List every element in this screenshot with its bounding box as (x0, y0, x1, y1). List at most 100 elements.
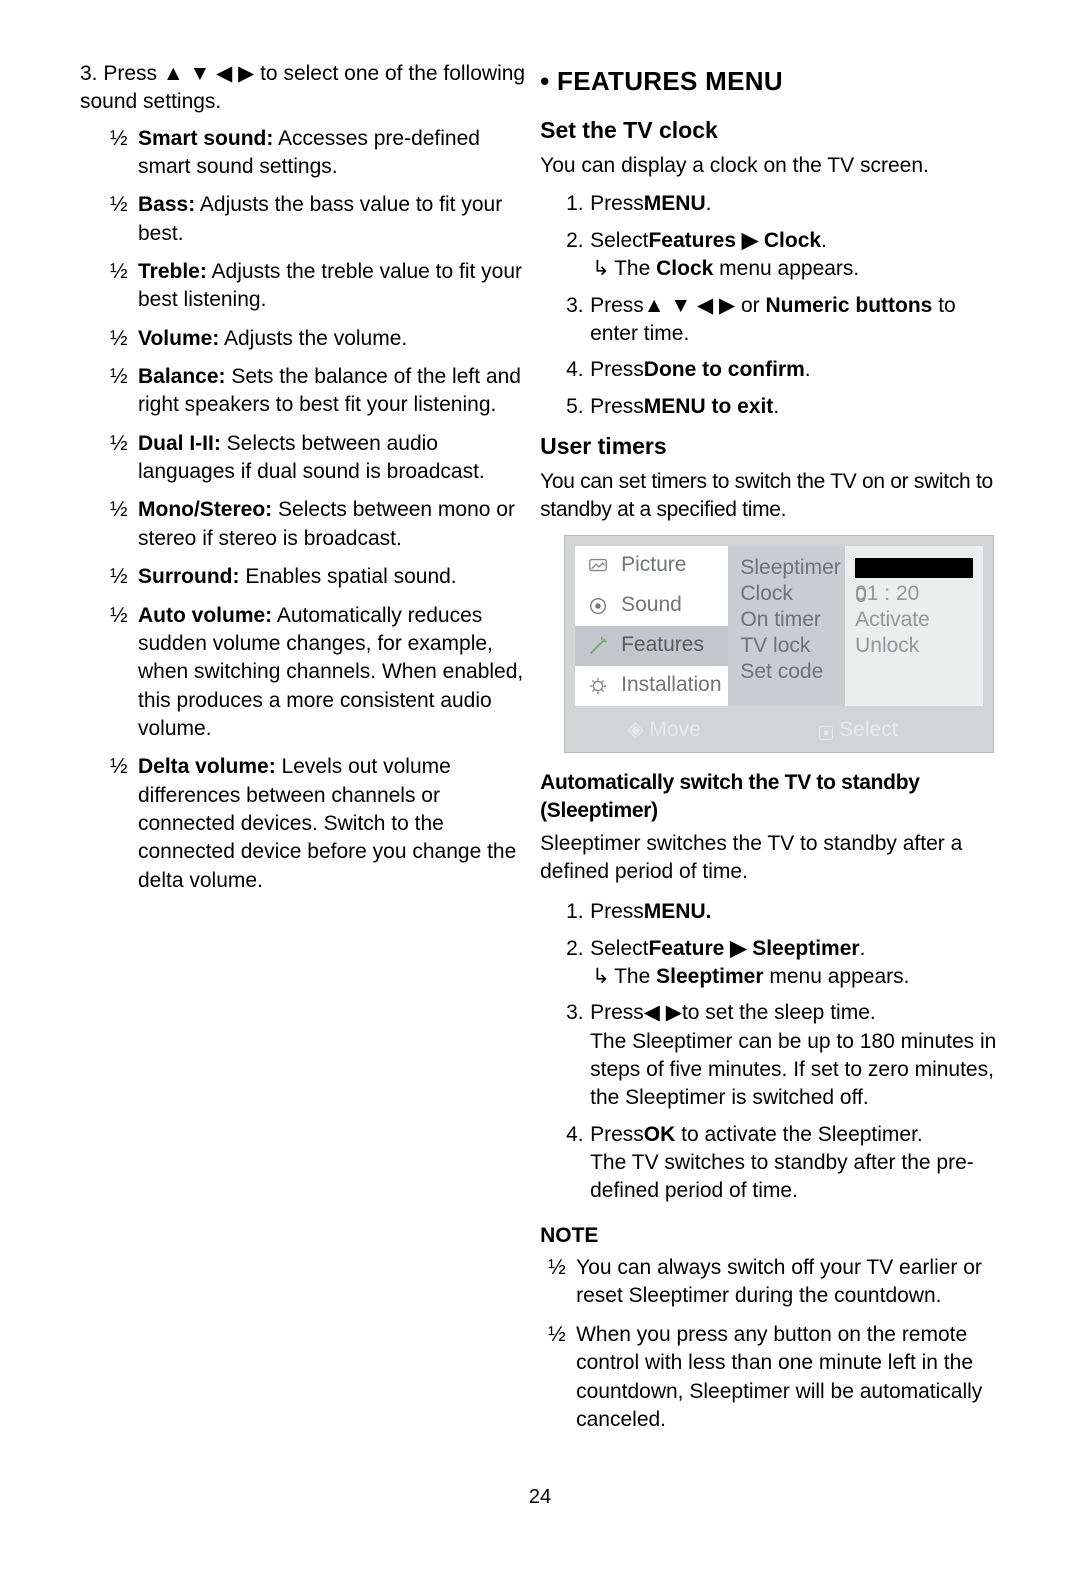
list-item: Smart sound: Accesses pre-defined smart … (106, 125, 530, 182)
text-post: . (805, 358, 811, 381)
sidebar-item-label: Features (621, 631, 704, 659)
sleeptimer-word: Sleeptimer (656, 965, 763, 988)
path-part: Sleeptimer (752, 937, 859, 960)
text-post: . (860, 937, 866, 960)
features-menu-screenshot: Picture Sound Features Installation (564, 535, 994, 753)
sidebar-item-label: Sound (621, 591, 682, 619)
item-name: Mono/Stereo: (138, 498, 272, 521)
result-line: The Sleeptimer menu appears. (590, 963, 1000, 991)
columns: 3. Press ▲ ▼ ◀ ▶ to select one of the fo… (80, 60, 1000, 1444)
menu-sidebar: Picture Sound Features Installation (575, 546, 728, 706)
menu-exit-label: MENU to exit (644, 395, 774, 418)
picture-icon (587, 555, 609, 577)
clock-value[interactable]: 01 : 20 (855, 580, 973, 606)
list-item: Dual I-II: Selects between audio languag… (106, 430, 530, 487)
tvlock-value[interactable]: Unlock (855, 632, 973, 658)
item-name: Balance: (138, 365, 226, 388)
ok-button-label: OK (644, 1123, 676, 1146)
set-clock-steps: 1. PressMENU. 2. SelectFeatures ▶ Clock.… (540, 190, 1000, 420)
arrow-icons: ◀ ▶ (644, 1001, 682, 1024)
sleeptimer-heading: Automatically switch the TV to standby (… (540, 769, 1000, 826)
step: 1. PressMENU. (566, 898, 1000, 926)
step: 3. Press◀ ▶to set the sleep time. The Sl… (566, 999, 1000, 1112)
text-pre: Press (590, 192, 644, 215)
text-pre: Select (590, 937, 648, 960)
sidebar-item-picture[interactable]: Picture (575, 546, 728, 586)
sleeptimer-value[interactable]: 0 (855, 554, 973, 580)
arrow-icons: ▲ ▼ ◀ ▶ (163, 62, 254, 85)
right-column: • FEATURES MENU Set the TV clock You can… (540, 60, 1000, 1444)
list-item: Balance: Sets the balance of the left an… (106, 363, 530, 420)
sidebar-item-installation[interactable]: Installation (575, 666, 728, 706)
item-name: Bass: (138, 193, 195, 216)
text-pre: Press (590, 1001, 644, 1024)
text-post: menu appears. (713, 257, 859, 280)
list-item: Surround: Enables spatial sound. (106, 563, 530, 591)
menu-option-setcode[interactable]: Set code (740, 658, 845, 684)
user-timers-heading: User timers (540, 431, 1000, 462)
arrow-icons: ▲ ▼ ◀ ▶ (644, 294, 735, 317)
list-item: Auto volume: Automatically reduces sudde… (106, 602, 530, 744)
menu-option-sleeptimer[interactable]: Sleeptimer (740, 554, 845, 580)
sidebar-item-label: Picture (621, 551, 686, 579)
left-column: 3. Press ▲ ▼ ◀ ▶ to select one of the fo… (80, 60, 530, 1444)
text-pre: Select (590, 229, 648, 252)
step: 2. SelectFeatures ▶ Clock. The Clock men… (566, 227, 1000, 284)
arrow-right-icon: ▶ (742, 229, 758, 252)
numeric-buttons-label: Numeric buttons (766, 294, 933, 317)
speaker-icon (587, 595, 609, 617)
text-post: . (821, 229, 827, 252)
set-clock-heading: Set the TV clock (540, 115, 1000, 146)
menu-button-label: MENU. (644, 900, 712, 923)
menu-footer: ◈ Move ● Select (575, 714, 983, 746)
sidebar-item-sound[interactable]: Sound (575, 586, 728, 626)
dpad-icon: ◈ (627, 718, 649, 741)
text-pre: The (614, 965, 656, 988)
text-pre: Press (590, 294, 644, 317)
menu-value-column: 0 01 : 20 Activate Unlock (845, 546, 983, 706)
menu-option-ontimer[interactable]: On timer (740, 606, 845, 632)
list-item: Mono/Stereo: Selects between mono or ste… (106, 496, 530, 553)
sleeptimer-input[interactable] (855, 558, 973, 578)
step: 5. PressMENU to exit. (566, 393, 1000, 421)
item-name: Auto volume: (138, 604, 272, 627)
footer-move: ◈ Move (585, 716, 743, 744)
step: 2. SelectFeature ▶ Sleeptimer. The Sleep… (566, 935, 1000, 992)
sidebar-item-features[interactable]: Features (575, 626, 728, 666)
item-name: Dual I-II: (138, 432, 221, 455)
path-part: Clock (764, 229, 821, 252)
text-pre: Press (590, 900, 644, 923)
menu-button-label: MENU (644, 192, 706, 215)
menu-body: Picture Sound Features Installation (575, 546, 983, 706)
text-post: menu appears. (764, 965, 910, 988)
menu-option-tvlock[interactable]: TV lock (740, 632, 845, 658)
text-post: . (773, 395, 779, 418)
text-pre: Press (590, 358, 644, 381)
menu-middle-column: Sleeptimer Clock On timer TV lock Set co… (728, 546, 845, 706)
gear-icon (587, 675, 609, 697)
text-mid: or (735, 294, 765, 317)
setcode-value (855, 658, 973, 684)
item-name: Volume: (138, 327, 219, 350)
sleeptimer-intro: Sleeptimer switches the TV to standby af… (540, 830, 1000, 887)
set-clock-intro: You can display a clock on the TV screen… (540, 152, 1000, 180)
step: 1. PressMENU. (566, 190, 1000, 218)
sidebar-item-label: Installation (621, 671, 721, 699)
features-menu-heading: • FEATURES MENU (540, 64, 1000, 99)
step: 3. Press▲ ▼ ◀ ▶ or Numeric buttons to en… (566, 292, 1000, 349)
user-timers-intro: You can set timers to switch the TV on o… (540, 468, 1000, 525)
note-item: When you press any button on the remote … (544, 1321, 1000, 1434)
list-item: Volume: Adjusts the volume. (106, 325, 530, 353)
list-item: Delta volume: Levels out volume differen… (106, 753, 530, 895)
menu-option-clock[interactable]: Clock (740, 580, 845, 606)
footer-select: ● Select (743, 716, 973, 744)
ontimer-value[interactable]: Activate (855, 606, 973, 632)
sleeptimer-steps: 1. PressMENU. 2. SelectFeature ▶ Sleepti… (540, 898, 1000, 1205)
bullet-icon: • (540, 66, 557, 96)
path-part: Features (648, 229, 736, 252)
text-post: . (706, 192, 712, 215)
result-line: The Clock menu appears. (590, 255, 1000, 283)
note-list: You can always switch off your TV earlie… (544, 1254, 1000, 1434)
path-part: Feature (648, 937, 724, 960)
page-number: 24 (80, 1484, 1000, 1511)
